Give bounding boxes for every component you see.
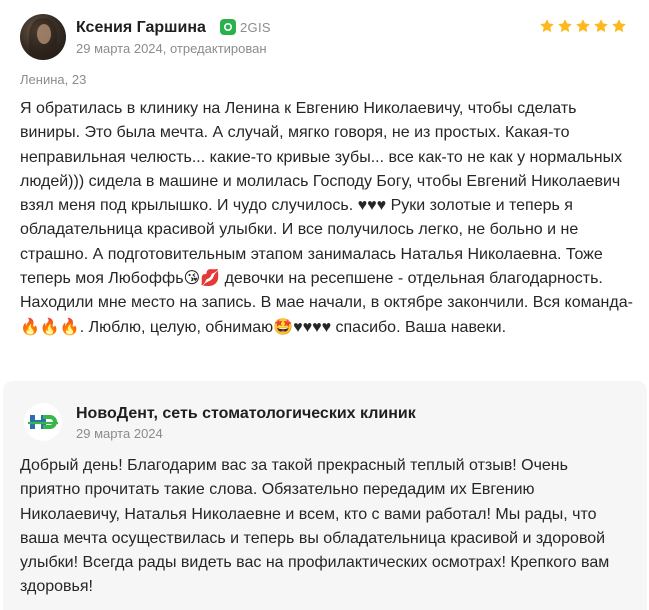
- author-avatar[interactable]: [20, 14, 66, 60]
- 2gis-icon: [220, 19, 236, 35]
- star-icon: [558, 19, 572, 33]
- review-date: 29 марта 2024, отредактирован: [76, 41, 267, 56]
- company-reply: НовоДент, сеть стоматологических клиник …: [3, 381, 647, 610]
- reply-date: 29 марта 2024: [76, 426, 163, 441]
- branch-address: Ленина, 23: [20, 72, 87, 87]
- star-icon: [540, 19, 554, 33]
- star-icon: [594, 19, 608, 33]
- novodent-logo-icon[interactable]: [24, 403, 62, 441]
- review-card: Ксения Гаршина 2GIS 29 марта 2024, отред…: [0, 0, 649, 380]
- author-name[interactable]: Ксения Гаршина: [76, 19, 206, 37]
- star-icon: [576, 19, 590, 33]
- source-label: 2GIS: [240, 19, 271, 35]
- source-badge: 2GIS: [220, 19, 271, 35]
- reply-text: Добрый день! Благодарим вас за такой пре…: [20, 457, 610, 596]
- review-text: Я обратилась в клинику на Ленина к Евген…: [20, 100, 633, 336]
- star-icon: [612, 19, 626, 33]
- reply-author[interactable]: НовоДент, сеть стоматологических клиник: [76, 405, 416, 423]
- star-rating: [539, 18, 627, 34]
